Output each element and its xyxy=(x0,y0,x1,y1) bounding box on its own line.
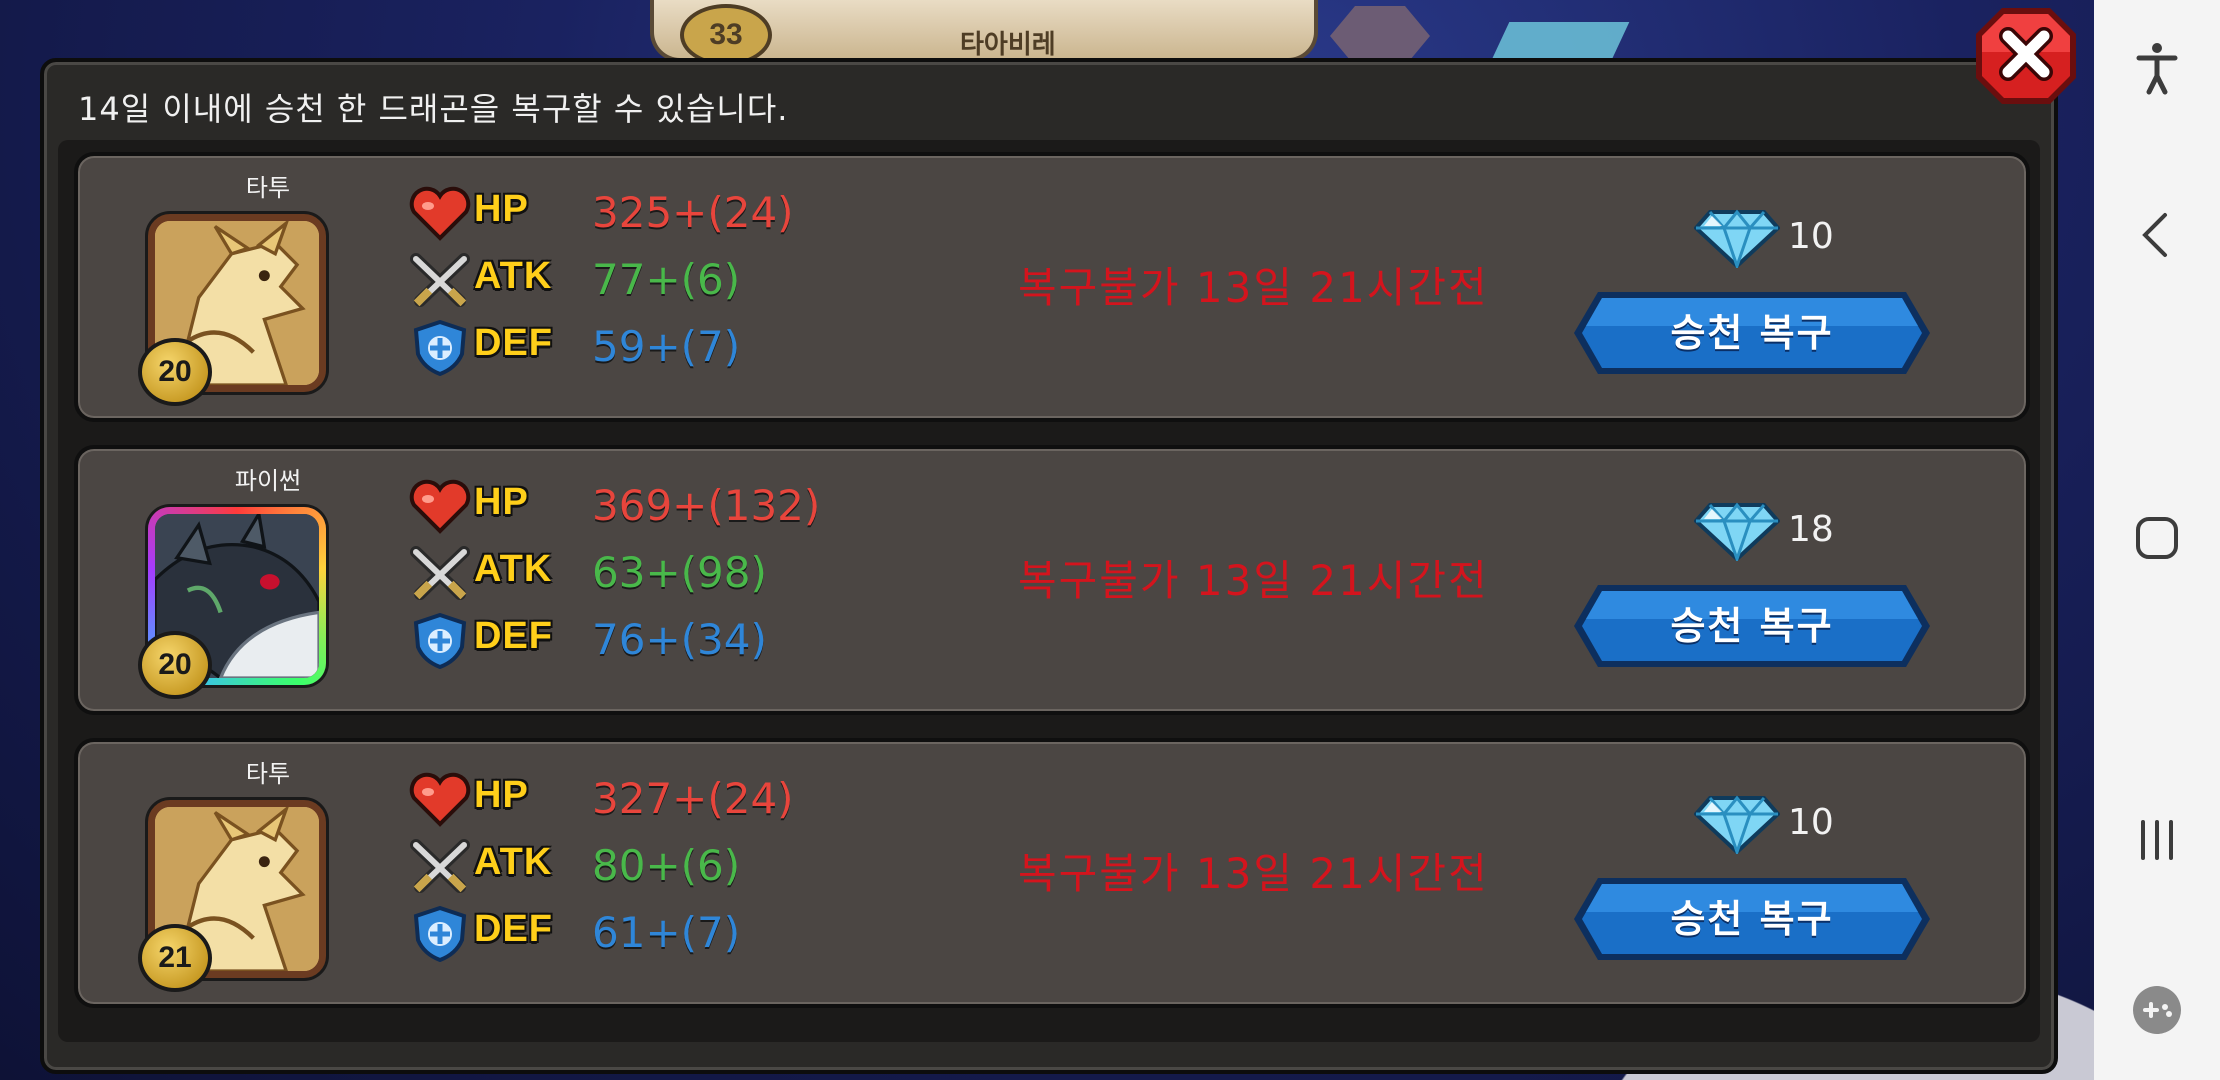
cost-amount: 10 xyxy=(1788,802,1834,843)
restore-button-label: 승천 복구 xyxy=(1670,897,1834,941)
def-label: DEF xyxy=(474,322,553,364)
cost-amount: 18 xyxy=(1788,509,1834,550)
def-value: 61+(7) xyxy=(592,908,741,957)
dragon-card: 타투 20 HP 325+(24) ATK 77+(6) DEF 59+(7) … xyxy=(74,152,2030,422)
heart-icon xyxy=(408,186,472,242)
close-x-icon xyxy=(1976,8,2076,104)
back-icon[interactable] xyxy=(2127,205,2187,265)
restore-button-label: 승천 복구 xyxy=(1670,604,1834,648)
restore-ascension-button[interactable]: 승천 복구 xyxy=(1570,874,1934,964)
restore-deadline-status: 복구불가 13일 21시간전 xyxy=(1018,263,1489,312)
player-level-badge: 33 xyxy=(680,4,772,66)
shield-icon xyxy=(408,613,472,669)
level-badge: 20 xyxy=(138,631,212,699)
heart-icon xyxy=(408,479,472,535)
def-value: 76+(34) xyxy=(592,615,767,664)
ascension-restore-dialog: 14일 이내에 승천 한 드래곤을 복구할 수 있습니다. 타투 20 HP 3… xyxy=(40,58,2058,1074)
heart-icon xyxy=(408,772,472,828)
def-label: DEF xyxy=(474,615,553,657)
hp-value: 327+(24) xyxy=(592,774,794,823)
diamond-icon xyxy=(1694,502,1780,561)
dragon-name: 타투 xyxy=(245,174,291,202)
atk-value: 77+(6) xyxy=(592,255,741,304)
dragon-card: 파이썬 20 HP 369+(132) ATK 63+(98) DEF 76+(… xyxy=(74,445,2030,715)
restore-deadline-status: 복구불가 13일 21시간전 xyxy=(1018,849,1489,898)
shield-icon xyxy=(408,320,472,376)
atk-value: 80+(6) xyxy=(592,841,741,890)
hp-label: HP xyxy=(474,481,529,523)
home-icon[interactable] xyxy=(2127,508,2187,568)
atk-label: ATK xyxy=(474,255,553,297)
level-badge: 21 xyxy=(138,924,212,992)
dragon-name: 파이썬 xyxy=(234,467,302,495)
restore-deadline-status: 복구불가 13일 21시간전 xyxy=(1018,556,1489,605)
restore-ascension-button[interactable]: 승천 복구 xyxy=(1570,288,1934,378)
close-button[interactable] xyxy=(1972,4,2080,108)
crossed-swords-icon xyxy=(408,546,472,602)
cost-amount: 10 xyxy=(1788,216,1834,257)
system-navigation-bar xyxy=(2094,0,2220,1080)
restore-ascension-button[interactable]: 승천 복구 xyxy=(1570,581,1934,671)
background-title: 타아비레 xyxy=(960,30,1056,60)
hp-value: 369+(132) xyxy=(592,481,821,530)
hex-icon xyxy=(1330,6,1430,66)
diamond-icon xyxy=(1694,209,1780,268)
def-label: DEF xyxy=(474,908,553,950)
hp-label: HP xyxy=(474,188,529,230)
shield-icon xyxy=(408,906,472,962)
atk-label: ATK xyxy=(474,548,553,590)
restore-button-label: 승천 복구 xyxy=(1670,311,1834,355)
hp-value: 325+(24) xyxy=(592,188,794,237)
def-value: 59+(7) xyxy=(592,322,741,371)
atk-label: ATK xyxy=(474,841,553,883)
dragon-card: 타투 21 HP 327+(24) ATK 80+(6) DEF 61+(7) … xyxy=(74,738,2030,1008)
recents-icon[interactable] xyxy=(2127,810,2187,870)
diamond-icon xyxy=(1694,795,1780,854)
atk-value: 63+(98) xyxy=(592,548,767,597)
level-badge: 20 xyxy=(138,338,212,406)
game-tools-icon[interactable] xyxy=(2127,980,2187,1040)
hp-label: HP xyxy=(474,774,529,816)
gem-banner-icon xyxy=(1490,22,1630,62)
dragon-name: 타투 xyxy=(245,760,291,788)
dragon-list: 타투 20 HP 325+(24) ATK 77+(6) DEF 59+(7) … xyxy=(58,140,2040,1042)
crossed-swords-icon xyxy=(408,253,472,309)
accessibility-icon[interactable] xyxy=(2127,38,2187,98)
dialog-notice: 14일 이내에 승천 한 드래곤을 복구할 수 있습니다. xyxy=(78,90,789,128)
crossed-swords-icon xyxy=(408,839,472,895)
